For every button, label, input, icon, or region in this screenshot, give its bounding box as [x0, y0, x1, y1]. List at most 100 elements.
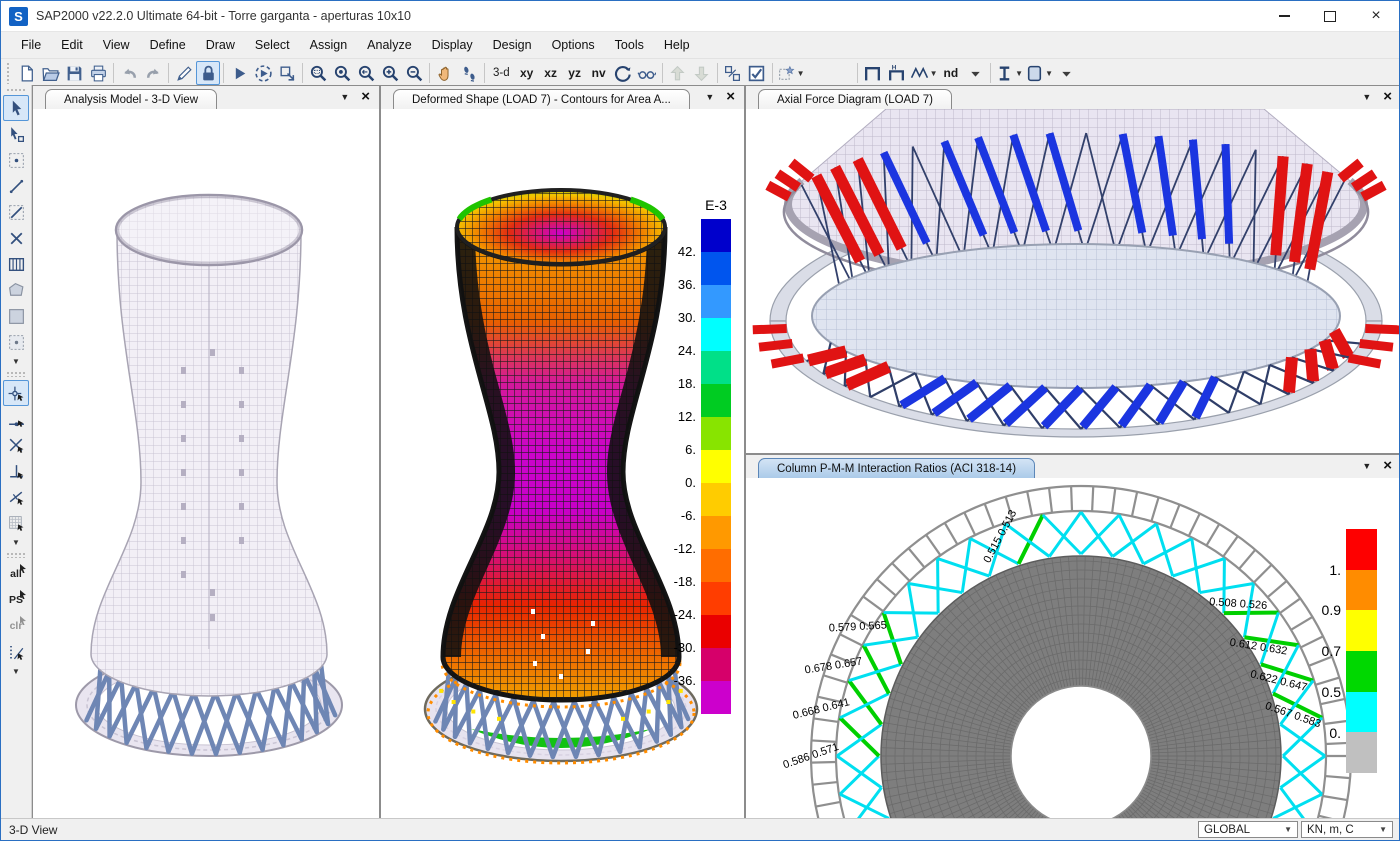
draw-more-caret[interactable]: ▼	[12, 355, 20, 368]
draw-options-caret[interactable]	[963, 61, 987, 85]
draw-special-joint-button[interactable]	[3, 147, 29, 173]
menu-design[interactable]: Design	[483, 32, 542, 58]
display-options-icon	[747, 64, 766, 83]
snap-to-perpendicular-button[interactable]	[3, 458, 29, 484]
pen-icon	[175, 64, 194, 83]
lock-model-button[interactable]	[196, 61, 220, 85]
snap-to-intersections-button[interactable]	[3, 432, 29, 458]
view-xy-button[interactable]: xy	[515, 61, 539, 85]
menu-select[interactable]: Select	[245, 32, 300, 58]
perspective-toggle-button[interactable]	[635, 61, 659, 85]
viewport-menu-caret-icon[interactable]: ▼	[1362, 461, 1371, 471]
draw-poly-area-button[interactable]	[3, 277, 29, 303]
viewport-tab-analysis-model[interactable]: Analysis Model - 3-D View	[45, 89, 217, 110]
zoom-in-button[interactable]	[378, 61, 402, 85]
viewport-tab-pmm-ratios[interactable]: Column P-M-M Interaction Ratios (ACI 318…	[758, 458, 1035, 479]
minimize-button[interactable]	[1261, 1, 1307, 31]
move-up-in-list-button[interactable]	[666, 61, 690, 85]
close-button[interactable]: ×	[1353, 1, 1399, 31]
view-xz-button[interactable]: xz	[539, 61, 563, 85]
save-button[interactable]	[62, 61, 86, 85]
toolbar-grip[interactable]	[6, 62, 11, 84]
viewport-menu-caret-icon[interactable]: ▼	[340, 92, 349, 102]
area-section-button[interactable]: ▼	[1024, 61, 1054, 85]
viewport-close-icon[interactable]: ×	[361, 89, 370, 104]
draw-braced-frame-button[interactable]: H	[885, 61, 909, 85]
viewport-tab-axial-force[interactable]: Axial Force Diagram (LOAD 7)	[758, 89, 952, 110]
analysis-model-canvas[interactable]	[33, 109, 379, 820]
nd-view-button[interactable]: nd	[938, 61, 963, 85]
view-yz-button[interactable]: yz	[563, 61, 587, 85]
snap-perp-icon	[7, 462, 26, 481]
object-shrink-toggle-button[interactable]	[721, 61, 745, 85]
view-3d-button[interactable]: 3-d	[488, 61, 515, 85]
quick-draw-frame-button[interactable]	[3, 199, 29, 225]
quick-draw-secondary-beams-button[interactable]	[3, 251, 29, 277]
viewport-tab-deformed-shape[interactable]: Deformed Shape (LOAD 7) - Contours for A…	[393, 89, 690, 110]
menu-assign[interactable]: Assign	[300, 32, 358, 58]
undo-button[interactable]	[117, 61, 141, 85]
section-options-caret[interactable]	[1054, 61, 1078, 85]
walkthrough-button[interactable]	[457, 61, 481, 85]
select-pointer-button[interactable]	[3, 95, 29, 121]
run-analysis-button[interactable]	[227, 61, 251, 85]
viewport-close-icon[interactable]: ×	[1383, 89, 1392, 104]
new-model-button[interactable]	[14, 61, 38, 85]
draw-frame-element-button[interactable]	[3, 173, 29, 199]
snap-to-joints-button[interactable]	[3, 380, 29, 406]
maximize-button[interactable]	[1307, 1, 1353, 31]
snap-to-fine-grid-button[interactable]	[3, 510, 29, 536]
print-button[interactable]	[86, 61, 110, 85]
viewport-menu-caret-icon[interactable]: ▼	[1362, 92, 1371, 102]
quick-draw-area-button[interactable]	[3, 329, 29, 355]
axial-force-canvas[interactable]	[746, 109, 1400, 453]
viewport-close-icon[interactable]: ×	[1383, 458, 1392, 473]
assign-display-button[interactable]: ▼	[776, 61, 806, 85]
select-more-caret[interactable]: ▼	[12, 665, 20, 678]
select-all-button[interactable]: all	[3, 561, 29, 587]
menu-define[interactable]: Define	[140, 32, 196, 58]
menu-tools[interactable]: Tools	[605, 32, 654, 58]
viewport-close-icon[interactable]: ×	[726, 89, 735, 104]
menu-options[interactable]: Options	[542, 32, 605, 58]
frame-section-button[interactable]: ▼	[994, 61, 1024, 85]
modify-draw-button[interactable]	[172, 61, 196, 85]
menu-display[interactable]: Display	[422, 32, 483, 58]
set-display-options-button[interactable]	[745, 61, 769, 85]
coordinate-system-select[interactable]: GLOBAL ▼	[1198, 821, 1298, 838]
draw-frame-button[interactable]	[861, 61, 885, 85]
clear-selection-button[interactable]: clr	[3, 613, 29, 639]
toolbar-grip[interactable]	[6, 88, 26, 93]
previous-zoom-button[interactable]	[354, 61, 378, 85]
rubber-band-zoom-button[interactable]	[306, 61, 330, 85]
reshape-element-button[interactable]	[3, 121, 29, 147]
restore-full-view-button[interactable]	[330, 61, 354, 85]
menu-edit[interactable]: Edit	[51, 32, 93, 58]
run-analysis-options-button[interactable]	[251, 61, 275, 85]
draw-rect-area-button[interactable]	[3, 303, 29, 329]
viewport-menu-caret-icon[interactable]: ▼	[705, 92, 714, 102]
quick-draw-braces-button[interactable]	[3, 225, 29, 251]
redo-button[interactable]	[141, 61, 165, 85]
menu-analyze[interactable]: Analyze	[357, 32, 421, 58]
zoom-out-button[interactable]	[402, 61, 426, 85]
rotate-3d-view-button[interactable]	[611, 61, 635, 85]
pmm-ratios-canvas[interactable]: 0.515 0.5130.579 0.5650.678 0.6570.668 0…	[746, 478, 1400, 820]
snap-to-midpoints-button[interactable]	[3, 406, 29, 432]
draw-cable-button[interactable]: ▼	[909, 61, 939, 85]
deselect-groups-button[interactable]	[3, 639, 29, 665]
menu-draw[interactable]: Draw	[196, 32, 245, 58]
menu-help[interactable]: Help	[654, 32, 700, 58]
menu-view[interactable]: View	[93, 32, 140, 58]
view-nv-button[interactable]: nv	[587, 61, 611, 85]
model-alive-button[interactable]	[275, 61, 299, 85]
deformed-shape-canvas[interactable]: E-342.36.30.24.18.12.6.0.-6.-12.-18.-24.…	[381, 109, 744, 820]
snap-to-edges-button[interactable]	[3, 484, 29, 510]
snap-more-caret[interactable]: ▼	[12, 536, 20, 549]
menu-file[interactable]: File	[11, 32, 51, 58]
previous-selection-button[interactable]: PS	[3, 587, 29, 613]
units-select[interactable]: KN, m, C ▼	[1301, 821, 1393, 838]
pan-button[interactable]	[433, 61, 457, 85]
open-file-button[interactable]	[38, 61, 62, 85]
move-down-in-list-button[interactable]	[690, 61, 714, 85]
